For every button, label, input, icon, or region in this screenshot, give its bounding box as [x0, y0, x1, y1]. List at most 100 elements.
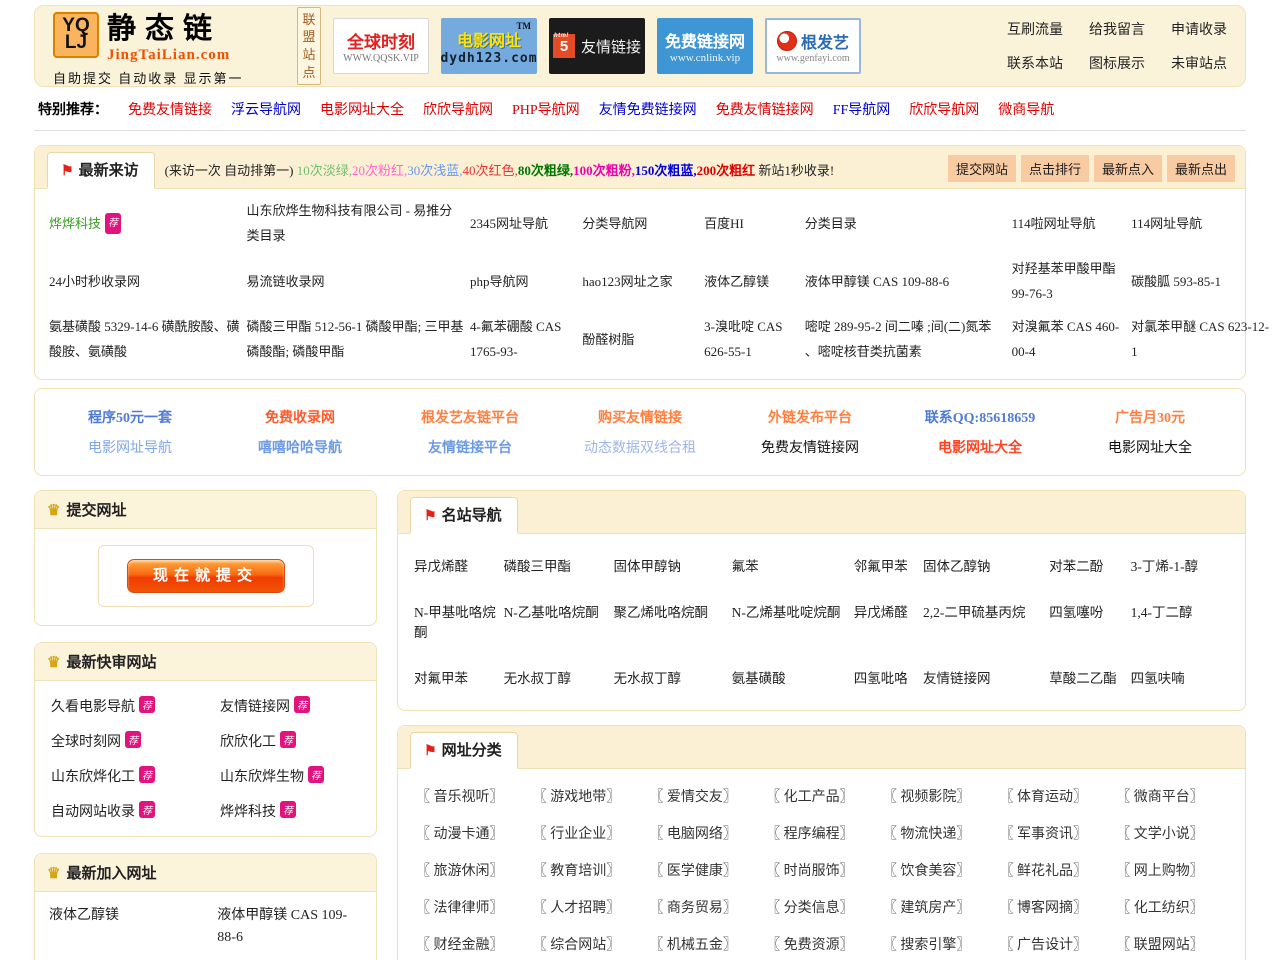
header-nav-link[interactable]: 互刷流量	[1007, 19, 1063, 39]
site-link[interactable]: N-甲基吡咯烷酮	[414, 601, 500, 641]
category-link[interactable]: 〖 视频影院〗	[883, 786, 994, 806]
ad-link[interactable]: 外链发布平台	[725, 407, 895, 427]
visitor-link[interactable]: 山东欣烨生物科技有限公司 - 易推分类目录	[246, 203, 452, 243]
banner-dydh123[interactable]: TM 电影网址 dydh123.com	[441, 18, 537, 74]
visitor-link[interactable]: 对溴氟苯 CAS 460-00-4	[1012, 319, 1120, 359]
recommend-link[interactable]: 免费友情链接网	[716, 99, 814, 119]
visitor-link[interactable]: 氨基磺酸 5329-14-6 磺酰胺酸、磺酸胺、氨磺酸	[49, 319, 240, 359]
ad-link[interactable]: 根发艺友链平台	[385, 407, 555, 427]
site-link[interactable]: 友情链接网	[220, 700, 290, 715]
site-link[interactable]: 无水叔丁醇	[504, 667, 610, 687]
visitor-link[interactable]: 嘧啶 289-95-2 间二嗪 ;间(二)氮苯 、嘧啶核苷类抗菌素	[805, 319, 992, 359]
visitor-link[interactable]: 114啦网址导航	[1012, 216, 1096, 231]
banner-youqing-link[interactable]: html5 友情链接	[549, 18, 645, 74]
category-link[interactable]: 〖 化工纺织〗	[1116, 897, 1227, 917]
recommend-link[interactable]: 友情免费链接网	[599, 99, 697, 119]
recommend-link[interactable]: 浮云导航网	[231, 99, 301, 119]
site-link[interactable]: 四氢噻吩	[1049, 601, 1126, 641]
site-link[interactable]: 烨烨科技	[220, 805, 276, 820]
category-link[interactable]: 〖 物流快递〗	[883, 823, 994, 843]
category-link[interactable]: 〖 综合网站〗	[533, 934, 644, 954]
category-link[interactable]: 〖 机械五金〗	[649, 934, 760, 954]
site-link[interactable]: 聚乙烯吡咯烷酮	[614, 601, 728, 641]
ad-link[interactable]: 程序50元一套	[45, 407, 215, 427]
category-link[interactable]: 〖 财经金融〗	[416, 934, 527, 954]
visitor-link[interactable]: 液体甲醇镁 CAS 109-88-6	[805, 274, 949, 289]
ad-link[interactable]: 广告月30元	[1065, 407, 1235, 427]
category-link[interactable]: 〖 法律律师〗	[416, 897, 527, 917]
ad-link[interactable]: 动态数据双线合租	[555, 437, 725, 457]
ad-link[interactable]: 电影网址导航	[45, 437, 215, 457]
category-link[interactable]: 〖 程序编程〗	[766, 823, 877, 843]
category-link[interactable]: 〖 时尚服饰〗	[766, 860, 877, 880]
category-link[interactable]: 〖 游戏地带〗	[533, 786, 644, 806]
visitor-link[interactable]: 4-氟苯硼酸 CAS 1765-93-	[470, 319, 561, 359]
site-link[interactable]: N-乙烯基吡啶烷酮	[732, 601, 850, 641]
site-link[interactable]: 四氢呋喃	[1131, 667, 1257, 687]
site-link[interactable]: 磷酸三甲酯	[504, 555, 610, 575]
ad-link[interactable]: 嘻嘻哈哈导航	[215, 437, 385, 457]
ad-link[interactable]: 电影网址大全	[895, 437, 1065, 457]
site-link[interactable]: 山东欣烨生物	[220, 770, 304, 785]
category-link[interactable]: 〖 鲜花礼品〗	[1000, 860, 1111, 880]
site-link[interactable]: 氨基磺酸	[732, 667, 850, 687]
site-link[interactable]: 液体甲醇镁 CAS 109-88-6	[217, 905, 362, 948]
category-link[interactable]: 〖 网上购物〗	[1116, 860, 1227, 880]
visitor-link[interactable]: 对氯苯甲醚 CAS 623-12-1	[1131, 319, 1269, 359]
category-link[interactable]: 〖 体育运动〗	[1000, 786, 1111, 806]
site-link[interactable]: 山东欣烨化工	[51, 770, 135, 785]
site-link[interactable]: 2,2-二甲硫基丙烷	[923, 601, 1045, 641]
visitors-toolbar-button[interactable]: 最新点出	[1167, 155, 1235, 182]
ad-link[interactable]: 免费收录网	[215, 407, 385, 427]
recommend-link[interactable]: 欣欣导航网	[909, 99, 979, 119]
visitor-link[interactable]: 磷酸三甲酯 512-56-1 磷酸甲酯; 三甲基磷酸酯; 磷酸甲酯	[246, 319, 463, 359]
category-link[interactable]: 〖 教育培训〗	[533, 860, 644, 880]
tab-latest-visitors[interactable]: ⚑最新来访	[47, 152, 155, 189]
site-link[interactable]: 全球时刻网	[51, 735, 121, 750]
ad-link[interactable]: 联系QQ:85618659	[895, 407, 1065, 427]
site-link[interactable]: 对苯二酚	[1049, 555, 1126, 575]
category-link[interactable]: 〖 商务贸易〗	[649, 897, 760, 917]
site-title[interactable]: 静态链	[107, 5, 230, 47]
site-link[interactable]: 久看电影导航	[51, 700, 135, 715]
header-nav-link[interactable]: 申请收录	[1171, 19, 1227, 39]
site-link[interactable]: 1,4-丁二醇	[1131, 601, 1257, 641]
recommend-link[interactable]: PHP导航网	[512, 99, 580, 119]
site-link[interactable]: 3-丁烯-1-醇	[1131, 555, 1257, 575]
visitor-link[interactable]: 酚醛树脂	[582, 332, 634, 347]
category-link[interactable]: 〖 免费资源〗	[766, 934, 877, 954]
visitor-link[interactable]: 24小时秒收录网	[49, 274, 140, 289]
category-link[interactable]: 〖 建筑房产〗	[883, 897, 994, 917]
visitor-link[interactable]: 2345网址导航	[470, 216, 548, 231]
category-link[interactable]: 〖 旅游休闲〗	[416, 860, 527, 880]
visitor-link[interactable]: 分类目录	[805, 216, 857, 231]
recommend-link[interactable]: 电影网址大全	[320, 99, 404, 119]
recommend-link[interactable]: FF导航网	[833, 99, 891, 119]
visitor-link[interactable]: 烨烨科技	[49, 216, 101, 231]
tab-categories[interactable]: ⚑网址分类	[410, 732, 518, 769]
site-link[interactable]: 固体甲醇钠	[614, 555, 728, 575]
recommend-link[interactable]: 欣欣导航网	[423, 99, 493, 119]
visitor-link[interactable]: 对羟基苯甲酸甲酯 99-76-3	[1012, 261, 1116, 301]
visitors-toolbar-button[interactable]: 最新点入	[1094, 155, 1162, 182]
banner-genfayi[interactable]: 根发艺 www.genfayi.com	[765, 18, 861, 74]
site-link[interactable]: 草酸二乙酯	[1049, 667, 1126, 687]
visitor-link[interactable]: 3-溴吡啶 CAS 626-55-1	[704, 319, 782, 359]
ad-link[interactable]: 购买友情链接	[555, 407, 725, 427]
header-nav-link[interactable]: 未审站点	[1171, 53, 1227, 73]
submit-now-button[interactable]: 现在就提交	[127, 559, 285, 593]
category-link[interactable]: 〖 博客网摘〗	[1000, 897, 1111, 917]
site-link[interactable]: 固体乙醇钠	[923, 555, 1045, 575]
site-link[interactable]: 异戊烯醛	[414, 555, 500, 575]
banner-cnlink[interactable]: 免费链接网 www.cnlink.vip	[657, 18, 753, 74]
category-link[interactable]: 〖 爱情交友〗	[649, 786, 760, 806]
header-nav-link[interactable]: 图标展示	[1089, 53, 1145, 73]
category-link[interactable]: 〖 人才招聘〗	[533, 897, 644, 917]
visitor-link[interactable]: 易流链收录网	[246, 274, 324, 289]
site-link[interactable]: 欣欣化工	[220, 735, 276, 750]
site-link[interactable]: 友情链接网	[923, 667, 1045, 687]
site-link[interactable]: 异戊烯醛	[854, 601, 919, 641]
site-link[interactable]: 四氢吡咯	[854, 667, 919, 687]
category-link[interactable]: 〖 化工产品〗	[766, 786, 877, 806]
banner-qqsk[interactable]: 全球时刻 WWW.QQSK.VIP	[333, 18, 429, 74]
